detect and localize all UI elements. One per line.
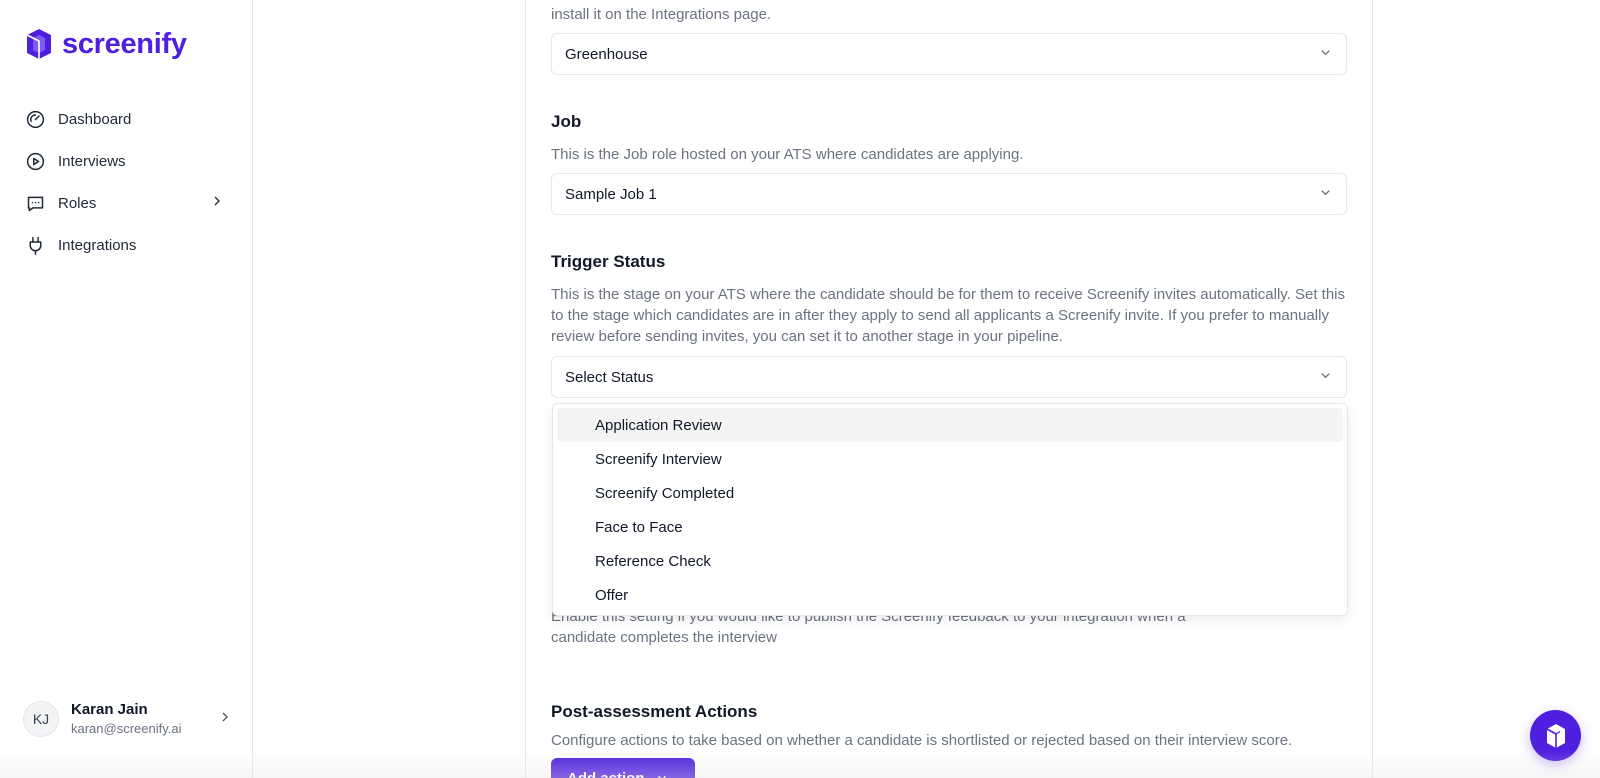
sidebar-item-label: Integrations — [58, 236, 137, 254]
trigger-status-dropdown: Application Review Screenify Interview S… — [552, 403, 1348, 616]
trigger-status-heading: Trigger Status — [551, 252, 666, 271]
sidebar-item-interviews[interactable]: Interviews — [0, 140, 253, 182]
trigger-status-select[interactable]: Select Status — [551, 356, 1347, 398]
gauge-icon — [24, 108, 46, 130]
job-heading: Job — [551, 112, 582, 131]
chevron-down-icon — [1318, 368, 1333, 387]
support-chat-button[interactable] — [1530, 710, 1581, 761]
user-menu[interactable]: KJ Karan Jain karan@screenify.ai — [23, 700, 233, 738]
dropdown-option[interactable]: Offer — [557, 578, 1343, 612]
dropdown-option[interactable]: Application Review — [557, 408, 1343, 442]
dropdown-option[interactable]: Screenify Interview — [557, 442, 1343, 476]
chevron-down-icon — [1318, 45, 1333, 64]
dropdown-option[interactable]: Screenify Completed — [557, 476, 1343, 510]
job-help: This is the Job role hosted on your ATS … — [551, 146, 1024, 163]
integration-select[interactable]: Greenhouse — [551, 33, 1347, 75]
sidebar-item-dashboard[interactable]: Dashboard — [0, 98, 253, 140]
chevron-right-icon — [217, 709, 233, 730]
post-assessment-heading: Post-assessment Actions — [551, 702, 758, 721]
sidebar-item-integrations[interactable]: Integrations — [0, 224, 253, 266]
dropdown-option[interactable]: Face to Face — [557, 510, 1343, 544]
user-name: Karan Jain — [71, 701, 148, 718]
screenify-logo-icon — [26, 29, 51, 59]
integration-select-value: Greenhouse — [565, 45, 648, 63]
job-select-value: Sample Job 1 — [565, 185, 657, 203]
integration-help: install it on the Integrations page. — [551, 6, 772, 23]
message-square-icon — [24, 192, 46, 214]
trigger-status-help: This is the stage on your ATS where the … — [551, 286, 1346, 345]
trigger-status-placeholder: Select Status — [565, 368, 654, 386]
brand-name: screenify — [62, 27, 187, 60]
sidebar-item-roles[interactable]: Roles — [0, 182, 253, 224]
play-circle-icon — [24, 150, 46, 172]
sidebar-item-label: Roles — [58, 194, 97, 212]
sidebar-nav: Dashboard Interviews Roles Integrations — [0, 98, 253, 266]
screenify-logo-icon — [1546, 723, 1565, 748]
logo[interactable]: screenify — [24, 26, 187, 62]
chevron-down-icon — [1318, 185, 1333, 204]
plug-icon — [24, 234, 46, 256]
chevron-down-icon — [657, 775, 666, 778]
user-email: karan@screenify.ai — [71, 721, 182, 736]
sidebar: screenify Dashboard Interviews Roles Int… — [0, 0, 253, 778]
sidebar-item-label: Interviews — [58, 152, 126, 170]
chevron-right-icon — [209, 193, 225, 214]
user-info: Karan Jain karan@screenify.ai — [71, 700, 217, 738]
job-select[interactable]: Sample Job 1 — [551, 173, 1347, 215]
post-assessment-help: Configure actions to take based on wheth… — [551, 732, 1293, 749]
dropdown-option[interactable]: Reference Check — [557, 544, 1343, 578]
publish-feedback-help-line2: candidate completes the interview — [551, 629, 777, 646]
add-action-label: Add action — [567, 769, 645, 778]
avatar: KJ — [23, 701, 59, 737]
add-action-button[interactable]: Add action — [551, 758, 695, 778]
sidebar-item-label: Dashboard — [58, 110, 132, 128]
